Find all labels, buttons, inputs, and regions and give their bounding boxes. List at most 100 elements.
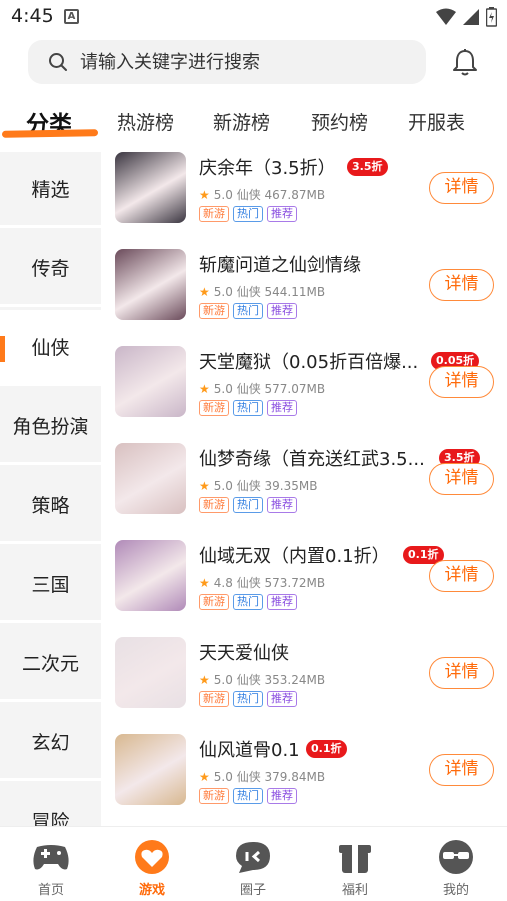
star-icon: ★	[199, 285, 210, 299]
game-row[interactable]: 仙梦奇缘（首充送红武3.5... 3.5折 ★ 5.0 仙侠 39.35MB 新游 热门推…	[101, 439, 507, 536]
tab-hot-games[interactable]: 热游榜	[117, 108, 174, 135]
game-tag: 推荐	[267, 303, 297, 319]
category-label: 精选	[31, 179, 70, 201]
detail-button[interactable]: 详情	[429, 560, 494, 592]
status-time: 4:45	[11, 5, 54, 27]
chat-bubble-icon	[233, 839, 273, 875]
tab-new-games[interactable]: 新游榜	[213, 108, 270, 135]
nav-circle[interactable]: 圈子	[208, 827, 298, 898]
category-label: 玄幻	[31, 732, 70, 754]
top-tabs: 分类 热游榜 新游榜 预约榜 开服表	[0, 100, 507, 146]
status-icons	[436, 7, 497, 27]
game-thumbnail	[115, 637, 186, 708]
category-item[interactable]: 二次元	[0, 626, 101, 702]
game-row[interactable]: 仙风道骨0.1 0.1折 ★ 5.0 仙侠 379.84MB 新游 热门 推荐 详情	[101, 730, 507, 826]
game-genre: 仙侠	[236, 770, 261, 784]
nav-games[interactable]: 游戏	[107, 827, 197, 898]
game-tag: 新游	[199, 400, 229, 416]
game-tag: 新游	[199, 594, 229, 610]
game-thumbnail	[115, 734, 186, 805]
category-item[interactable]: 策略	[0, 468, 101, 544]
bottom-nav: 首页 游戏 圈子 福利 我的	[0, 826, 507, 901]
detail-button[interactable]: 详情	[429, 657, 494, 689]
game-tag: 新游	[199, 206, 229, 222]
game-rating: 5.0	[213, 188, 233, 202]
tab-server-schedule[interactable]: 开服表	[408, 108, 465, 135]
game-tag: 推荐	[267, 497, 297, 513]
game-meta: ★ 5.0 仙侠 544.11MB	[199, 283, 325, 300]
category-item[interactable]: 玄幻	[0, 705, 101, 781]
game-row[interactable]: 天天爱仙侠 ★ 5.0 仙侠 353.24MB 新游 热门 推荐 详情	[101, 633, 507, 730]
bell-icon[interactable]	[452, 48, 478, 76]
game-thumbnail	[115, 540, 186, 611]
game-meta: ★ 5.0 仙侠 467.87MB	[199, 186, 325, 203]
category-item[interactable]: 传奇	[0, 231, 101, 307]
star-icon: ★	[199, 576, 210, 590]
detail-button[interactable]: 详情	[429, 269, 494, 301]
category-item[interactable]: 精选	[0, 152, 101, 228]
status-bar: 4:45 A	[0, 0, 507, 34]
category-item[interactable]: 冒险	[0, 784, 101, 826]
active-category-indicator	[0, 336, 5, 362]
game-row[interactable]: 斩魔问道之仙剑情缘 ★ 5.0 仙侠 544.11MB 新游 热门 推荐 详情	[101, 245, 507, 342]
game-meta: ★ 5.0 仙侠 577.07MB	[199, 380, 325, 397]
game-row[interactable]: 天堂魔狱（0.05折百倍爆... 0.05折 ★ 5.0 仙侠 577.07MB 新游热…	[101, 342, 507, 439]
game-name: 仙梦奇缘（首充送红武3.5...	[199, 449, 425, 470]
category-item-active[interactable]: 仙侠	[0, 310, 101, 386]
game-size: 573.72MB	[264, 576, 326, 590]
category-sidebar: 精选 传奇 仙侠 角色扮演 策略 三国 二次元 玄幻 冒险	[0, 152, 101, 826]
game-tags: 新游 热门 推荐	[199, 497, 297, 513]
nav-home[interactable]: 首页	[6, 827, 96, 898]
game-meta: ★ 4.8 仙侠 573.72MB	[199, 574, 325, 591]
tab-reservation[interactable]: 预约榜	[311, 108, 368, 135]
game-genre: 仙侠	[236, 576, 261, 590]
category-item[interactable]: 角色扮演	[0, 389, 101, 465]
detail-button[interactable]: 详情	[429, 754, 494, 786]
star-icon: ★	[199, 673, 210, 687]
game-rating: 5.0	[213, 673, 233, 687]
game-tag: 推荐	[267, 691, 297, 707]
star-icon: ★	[199, 479, 210, 493]
game-rating: 5.0	[213, 479, 233, 493]
battery-icon	[486, 7, 497, 27]
search-input[interactable]	[80, 40, 410, 84]
game-thumbnail	[115, 249, 186, 320]
detail-button[interactable]: 详情	[429, 172, 494, 204]
game-row[interactable]: 仙域无双（内置0.1折） 0.1折 ★ 4.8 仙侠 573.72MB 新游 热门 推荐 详情	[101, 536, 507, 633]
game-size: 39.35MB	[264, 479, 318, 493]
game-rating: 5.0	[213, 285, 233, 299]
game-name: 庆余年（3.5折）	[199, 158, 336, 179]
signal-icon	[463, 9, 479, 25]
game-list: 庆余年（3.5折） 3.5折 ★ 5.0 仙侠 467.87MB 新游 热门 推荐 详情 斩魔问…	[101, 146, 507, 826]
nav-profile[interactable]: 我的	[411, 827, 501, 898]
discount-badge: 3.5折	[347, 158, 388, 176]
star-icon: ★	[199, 382, 210, 396]
nav-welfare[interactable]: 福利	[310, 827, 400, 898]
game-tag: 新游	[199, 788, 229, 804]
game-name: 仙域无双（内置0.1折）	[199, 546, 390, 567]
game-tag: 热门	[233, 497, 263, 513]
category-label: 角色扮演	[12, 416, 89, 438]
game-rating: 4.8	[213, 576, 233, 590]
game-tags: 新游 热门 推荐	[199, 206, 297, 222]
game-tag: 热门	[233, 691, 263, 707]
game-row[interactable]: 庆余年（3.5折） 3.5折 ★ 5.0 仙侠 467.87MB 新游 热门 推荐 详情	[101, 148, 507, 245]
game-genre: 仙侠	[236, 673, 261, 687]
wifi-icon	[436, 8, 456, 25]
game-thumbnail	[115, 152, 186, 223]
game-tag: 热门	[233, 788, 263, 804]
game-size: 467.87MB	[264, 188, 326, 202]
search-bar[interactable]	[28, 40, 426, 84]
category-item[interactable]: 三国	[0, 547, 101, 623]
game-thumbnail	[115, 346, 186, 417]
gift-icon	[335, 839, 375, 875]
game-name: 天天爱仙侠	[199, 643, 289, 664]
game-tag: 热门	[233, 400, 263, 416]
detail-button[interactable]: 详情	[429, 366, 494, 398]
nav-label: 福利	[341, 883, 368, 898]
nav-label: 游戏	[138, 883, 165, 898]
game-genre: 仙侠	[236, 479, 261, 493]
game-tags: 新游 热门 推荐	[199, 400, 297, 416]
nav-label: 圈子	[239, 883, 266, 898]
detail-button[interactable]: 详情	[429, 463, 494, 495]
